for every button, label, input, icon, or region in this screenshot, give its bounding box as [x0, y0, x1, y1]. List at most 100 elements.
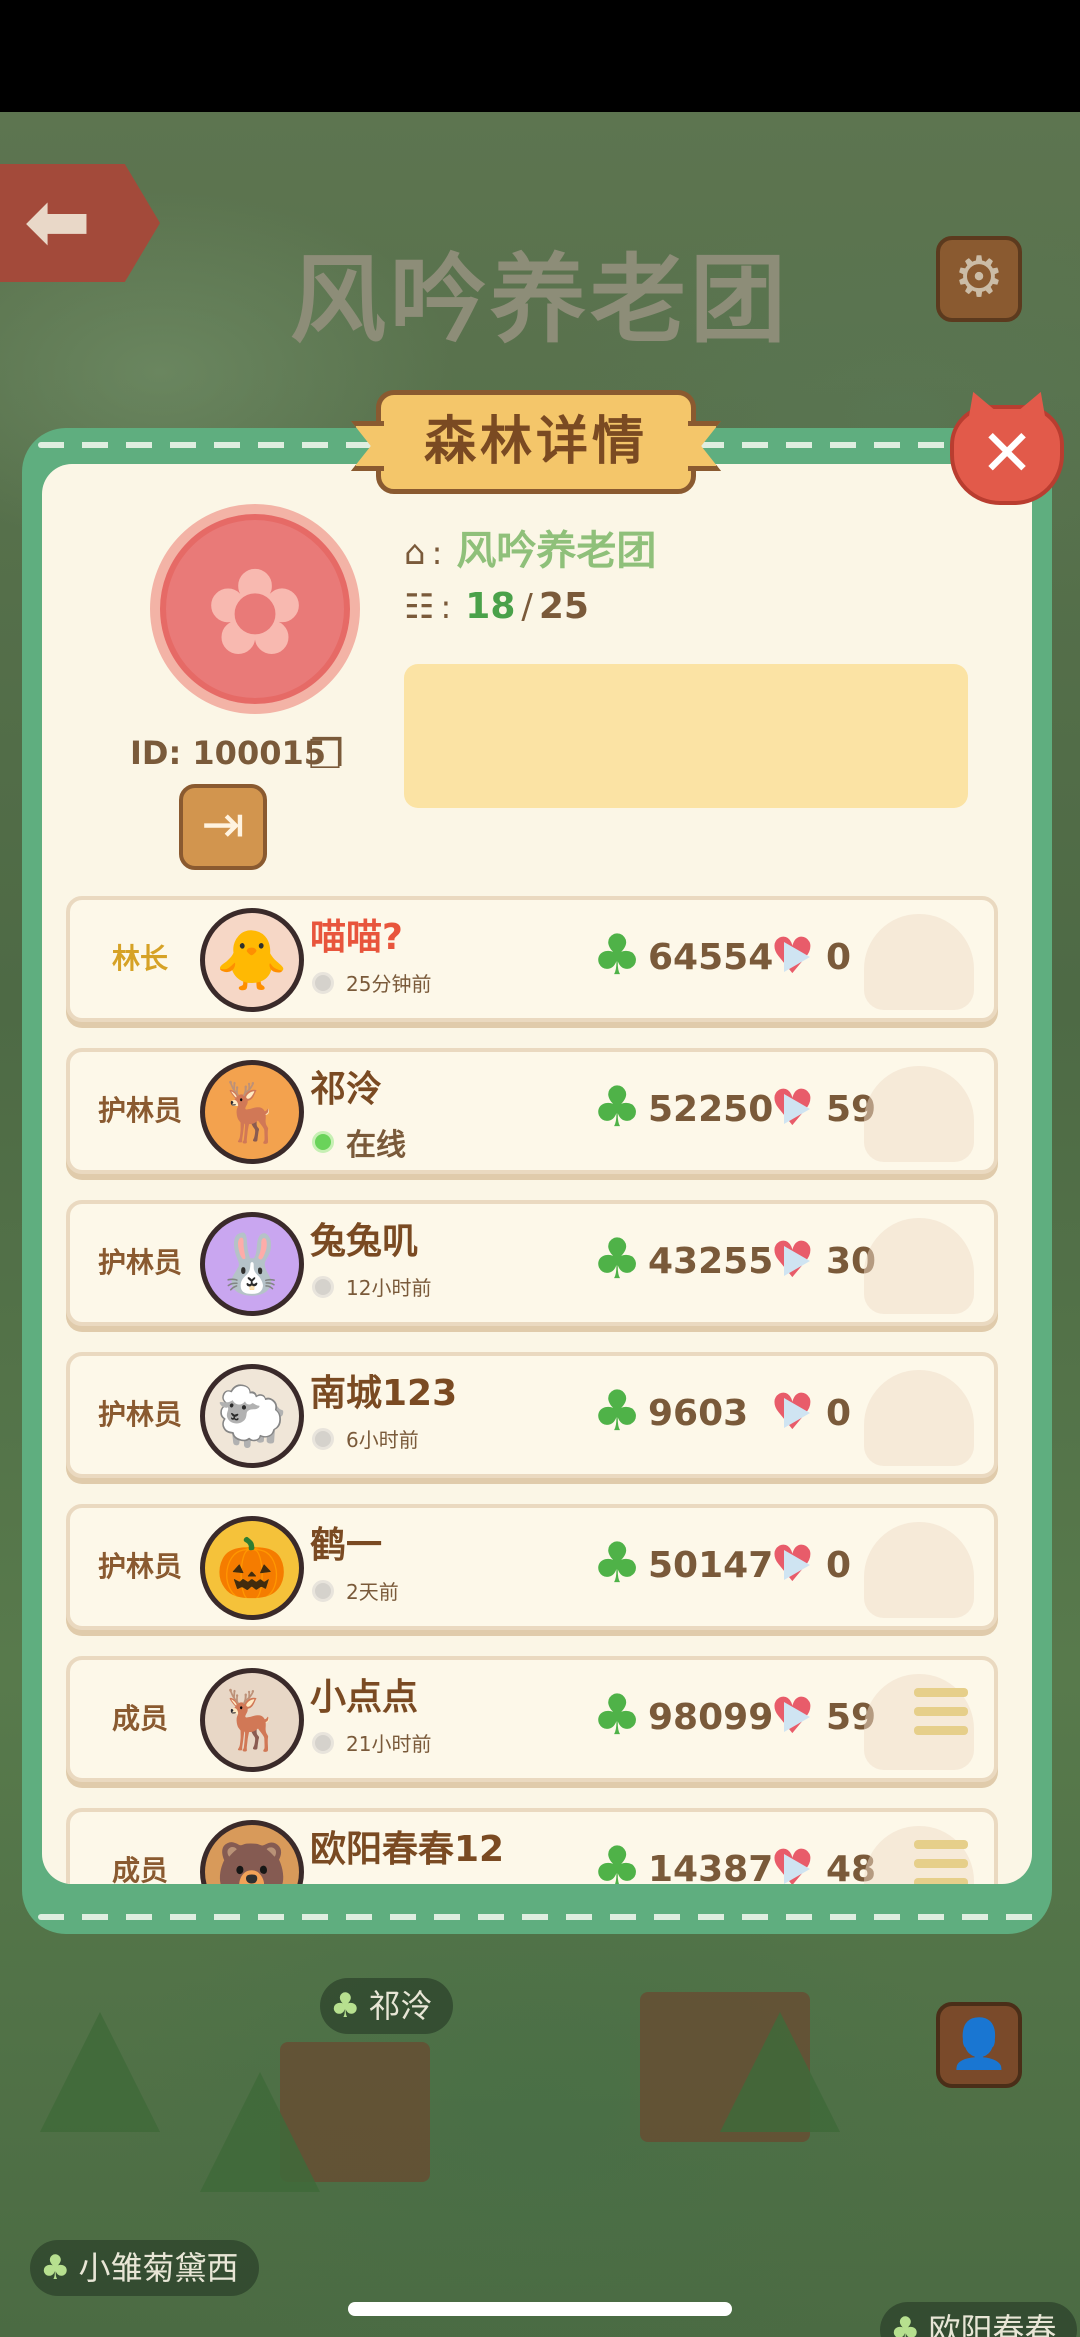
member-role: 护林员 — [97, 1398, 182, 1431]
member-row[interactable]: 护林员 🐰 兔兔叽 12小时前 ♣ 43255 ♥ 30 — [66, 1200, 998, 1326]
status-dot-icon — [312, 971, 334, 994]
dialog-body: ✿ ID: 100015 ❐ ⇥ ⌂: 风吟养老团 ☷:18/25 林长 🐥 喵喵? 2… — [42, 464, 1032, 1884]
map-label-qiling[interactable]: ♣ 祁泠 — [320, 1978, 453, 2034]
clover-icon: ♣ — [592, 1683, 643, 1748]
member-avatar[interactable]: 🦌 — [200, 1060, 304, 1164]
heart-icon: ♥ — [770, 1231, 815, 1289]
member-row[interactable]: 护林员 🦌 祁泠 在线 ♣ 52250 ♥ 59 — [66, 1048, 998, 1174]
member-likes: 59 — [826, 1697, 877, 1738]
member-score: 9603 — [648, 1393, 749, 1434]
member-score: 52250 — [648, 1089, 774, 1130]
member-count-max: 25 — [538, 586, 589, 627]
member-name: 兔兔叽 — [310, 1221, 419, 1262]
butterfly-icon: ✿ — [204, 544, 306, 683]
forest-name-row: ⌂: 风吟养老团 — [404, 528, 657, 574]
clover-icon: ♣ — [40, 2248, 71, 2288]
heart-icon: ♥ — [770, 1687, 815, 1745]
heart-icon: ♥ — [770, 1838, 815, 1884]
member-score: 14387 — [648, 1849, 774, 1884]
member-role: 护林员 — [97, 1094, 182, 1127]
member-name: 南城123 — [310, 1373, 458, 1414]
member-avatar[interactable]: 🐰 — [200, 1212, 304, 1316]
clover-icon: ♣ — [592, 1835, 643, 1885]
member-score: 98099 — [648, 1697, 774, 1738]
member-count-current: 18 — [465, 586, 516, 627]
map-tree — [200, 2072, 320, 2192]
forest-emblem: ✿ — [150, 504, 360, 714]
clover-icon: ♣ — [592, 1379, 643, 1444]
contacts-button[interactable]: 👤 — [936, 2002, 1022, 2088]
close-button[interactable]: ✕ — [950, 405, 1064, 505]
member-name: 鹤一 — [310, 1525, 383, 1566]
dialog-title-banner: 森林详情 — [376, 390, 696, 494]
member-row[interactable]: 林长 🐥 喵喵? 25分钟前 ♣ 64554 ♥ 0 — [66, 896, 998, 1022]
forest-id: ID: 100015 — [130, 734, 326, 772]
heart-icon: ♥ — [770, 927, 815, 985]
house-icon: ⌂ — [404, 533, 426, 573]
member-avatar[interactable]: 🐻 — [200, 1820, 304, 1884]
heart-icon: ♥ — [770, 1383, 815, 1441]
clover-icon: ♣ — [890, 2310, 921, 2337]
member-row[interactable]: 成员 🦌 小点点 21小时前 ♣ 98099 ♥ 59 — [66, 1656, 998, 1782]
member-avatar[interactable]: 🎃 — [200, 1516, 304, 1620]
status-dot-icon — [312, 1579, 334, 1602]
member-row[interactable]: 护林员 🐑 南城123 6小时前 ♣ 9603 ♥ 0 — [66, 1352, 998, 1478]
member-role: 林长 — [111, 942, 168, 975]
dialog-title: 森林详情 — [423, 412, 648, 472]
member-likes: 0 — [826, 1545, 852, 1586]
menu-icon[interactable] — [914, 1840, 968, 1884]
member-avatar[interactable]: 🐥 — [200, 908, 304, 1012]
member-score: 64554 — [648, 937, 774, 978]
status-dot-icon — [312, 1731, 334, 1754]
member-avatar[interactable]: 🦌 — [200, 1668, 304, 1772]
member-role: 成员 — [111, 1702, 168, 1735]
map-label-xiaochuju[interactable]: ♣ 小雏菊黛西 — [30, 2240, 259, 2296]
member-likes: 48 — [826, 1849, 877, 1884]
forest-title-background: 风吟养老团 — [290, 244, 790, 356]
home-indicator[interactable] — [348, 2302, 732, 2316]
clover-icon: ♣ — [592, 1531, 643, 1596]
map-tree — [720, 2012, 840, 2132]
member-likes: 0 — [826, 937, 852, 978]
member-score: 43255 — [648, 1241, 774, 1282]
forest-name: 风吟养老团 — [456, 528, 657, 574]
status-dot-icon — [312, 1275, 334, 1298]
status-dot-icon — [312, 1131, 334, 1153]
member-row[interactable]: 护林员 🎃 鹤一 2天前 ♣ 50147 ♥ 0 — [66, 1504, 998, 1630]
clover-icon: ♣ — [592, 1227, 643, 1292]
member-name: 喵喵? — [310, 917, 403, 958]
member-count-row: ☷:18/25 — [404, 586, 589, 627]
forest-details-dialog: ✿ ID: 100015 ❐ ⇥ ⌂: 风吟养老团 ☷:18/25 林长 🐥 喵喵? 2… — [22, 428, 1052, 1934]
member-likes: 59 — [826, 1089, 877, 1130]
member-status: 6小时前 — [312, 1424, 419, 1453]
copy-icon[interactable]: ❐ — [308, 732, 344, 778]
member-name: 祁泠 — [310, 1069, 383, 1110]
member-status: 21小时前 — [312, 1728, 431, 1757]
member-status: 12小时前 — [312, 1272, 431, 1301]
member-likes: 0 — [826, 1393, 852, 1434]
member-role: 护林员 — [97, 1550, 182, 1583]
person-card-icon: 👤 — [949, 2016, 1009, 2072]
clover-icon: ♣ — [330, 1986, 361, 2026]
exit-icon: ⇥ — [201, 795, 245, 855]
settings-button[interactable]: ⚙ — [936, 236, 1022, 322]
heart-icon: ♥ — [770, 1535, 815, 1593]
member-score: 50147 — [648, 1545, 774, 1586]
member-name: 小点点 — [310, 1677, 419, 1718]
status-dot-icon — [312, 1883, 334, 1884]
member-role: 成员 — [111, 1854, 168, 1884]
map-label-ouyang[interactable]: ♣ 欧阳春春 — [880, 2302, 1077, 2337]
leave-forest-button[interactable]: ⇥ — [179, 784, 267, 870]
member-row[interactable]: 成员 🐻欧阳春春12 3小时前 ♣14387♥ 48 — [66, 1808, 998, 1884]
member-avatar[interactable]: 🐑 — [200, 1364, 304, 1468]
status-dot-icon — [312, 1427, 334, 1450]
menu-icon[interactable] — [914, 1688, 968, 1748]
gear-icon: ⚙ — [953, 245, 1005, 310]
member-name: 欧阳春春12 — [310, 1829, 505, 1870]
clover-icon: ♣ — [592, 923, 643, 988]
member-role: 护林员 — [97, 1246, 182, 1279]
clover-icon: ♣ — [592, 1075, 643, 1140]
forest-notice-box[interactable] — [404, 664, 968, 808]
member-status: 25分钟前 — [312, 968, 431, 997]
member-likes: 30 — [826, 1241, 877, 1282]
